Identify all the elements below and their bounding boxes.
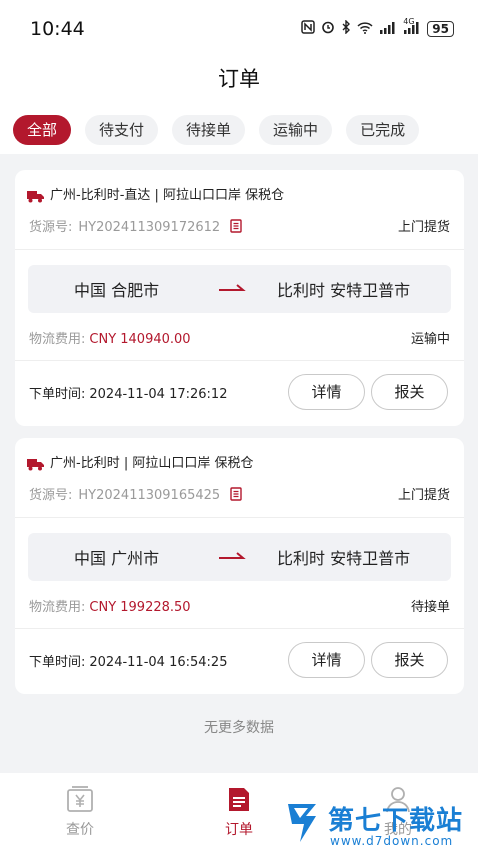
source-number: 货源号: HY202411309165425 <box>29 484 243 503</box>
net-label: 4G <box>403 16 415 26</box>
watermark-logo-icon <box>288 804 316 842</box>
nfc-icon <box>301 20 316 38</box>
order-time: 下单时间: 2024-11-04 16:54:25 <box>29 651 227 670</box>
tab-all[interactable]: 全部 <box>13 115 72 145</box>
order-time-value: 2024-11-04 17:26:12 <box>89 387 228 402</box>
arrow-right-icon <box>219 552 246 559</box>
nav-orders-label: 订单 <box>225 822 253 838</box>
arrow-right-icon <box>219 284 246 291</box>
logistics-fee: 物流费用: CNY 199228.50 <box>29 596 191 615</box>
customs-button[interactable]: 报关 <box>371 642 448 678</box>
pickup-method: 上门提货 <box>397 220 450 235</box>
truck-icon <box>27 459 44 471</box>
copy-icon[interactable] <box>230 219 243 233</box>
tab-pending-acceptance[interactable]: 待接单 <box>172 115 246 145</box>
order-card-header: 广州-比利时 | 阿拉山口口岸 保税仓 货源号: HY20241130916542… <box>15 438 464 518</box>
order-time: 下单时间: 2024-11-04 17:26:12 <box>29 383 227 402</box>
watermark: 第七下载站 www.d7down.com <box>286 800 478 850</box>
divider <box>15 628 464 629</box>
source-value: HY202411309172612 <box>78 220 221 235</box>
filter-tabs: 全部 待支付 待接单 运输中 已完成 <box>0 106 478 154</box>
source-label: 货源号: <box>29 220 73 235</box>
tab-pending-payment[interactable]: 待支付 <box>85 115 159 145</box>
price-icon <box>67 786 93 812</box>
source-value: HY202411309165425 <box>78 488 221 503</box>
logistics-fee: 物流费用: CNY 140940.00 <box>29 328 191 347</box>
detail-button[interactable]: 详情 <box>288 642 365 678</box>
page-header: 订单 <box>0 58 478 106</box>
order-icon <box>229 788 249 811</box>
truck-icon <box>27 191 44 203</box>
nav-orders[interactable]: 订单 <box>199 785 279 839</box>
source-number: 货源号: HY202411309172612 <box>29 216 243 235</box>
order-time-label: 下单时间: <box>29 387 86 402</box>
tab-completed[interactable]: 已完成 <box>346 115 420 145</box>
watermark-title: 第七下载站 <box>328 806 464 836</box>
pickup-method: 上门提货 <box>397 488 450 503</box>
order-status: 运输中 <box>410 332 450 347</box>
nav-price[interactable]: 查价 <box>40 785 120 839</box>
list-end-text: 无更多数据 <box>204 720 274 736</box>
origin-city: 中国 广州市 <box>74 549 160 568</box>
order-card-header: 广州-比利时-直达 | 阿拉山口口岸 保税仓 货源号: HY20241130917… <box>15 170 464 250</box>
alarm-icon <box>321 20 335 38</box>
origin-city: 中国 合肥市 <box>74 281 160 300</box>
customs-button[interactable]: 报关 <box>371 374 448 410</box>
fee-label: 物流费用: <box>29 600 86 615</box>
page-title: 订单 <box>218 67 260 91</box>
destination-city: 比利时 安特卫普市 <box>277 281 411 300</box>
status-icons: 4G 95 <box>301 17 454 38</box>
source-label: 货源号: <box>29 488 73 503</box>
detail-button[interactable]: 详情 <box>288 374 365 410</box>
fee-value: CNY 199228.50 <box>89 600 191 615</box>
order-card[interactable]: 广州-比利时 | 阿拉山口口岸 保税仓 货源号: HY20241130916542… <box>15 438 464 694</box>
watermark-url: www.d7down.com <box>330 834 454 848</box>
route-box: 中国 合肥市 比利时 安特卫普市 <box>28 265 451 313</box>
nav-price-label: 查价 <box>66 822 94 838</box>
route-name: 广州-比利时-直达 | 阿拉山口口岸 保税仓 <box>50 188 285 203</box>
battery-indicator: 95 <box>427 21 454 37</box>
fee-value: CNY 140940.00 <box>89 332 191 347</box>
order-time-value: 2024-11-04 16:54:25 <box>89 655 228 670</box>
status-bar: 10:44 4G 95 <box>0 0 478 58</box>
route-box: 中国 广州市 比利时 安特卫普市 <box>28 533 451 581</box>
destination-city: 比利时 安特卫普市 <box>277 549 411 568</box>
bluetooth-icon <box>341 19 351 38</box>
route-name: 广州-比利时 | 阿拉山口口岸 保税仓 <box>50 456 254 471</box>
divider <box>15 360 464 361</box>
signal-4g-icon: 4G <box>403 17 421 38</box>
status-time: 10:44 <box>30 18 85 40</box>
wifi-icon <box>357 21 373 38</box>
order-card[interactable]: 广州-比利时-直达 | 阿拉山口口岸 保税仓 货源号: HY20241130917… <box>15 170 464 426</box>
signal-icon <box>379 21 397 38</box>
tab-in-transit[interactable]: 运输中 <box>259 115 333 145</box>
copy-icon[interactable] <box>230 487 243 501</box>
order-time-label: 下单时间: <box>29 655 86 670</box>
order-status: 待接单 <box>410 600 450 615</box>
fee-label: 物流费用: <box>29 332 86 347</box>
